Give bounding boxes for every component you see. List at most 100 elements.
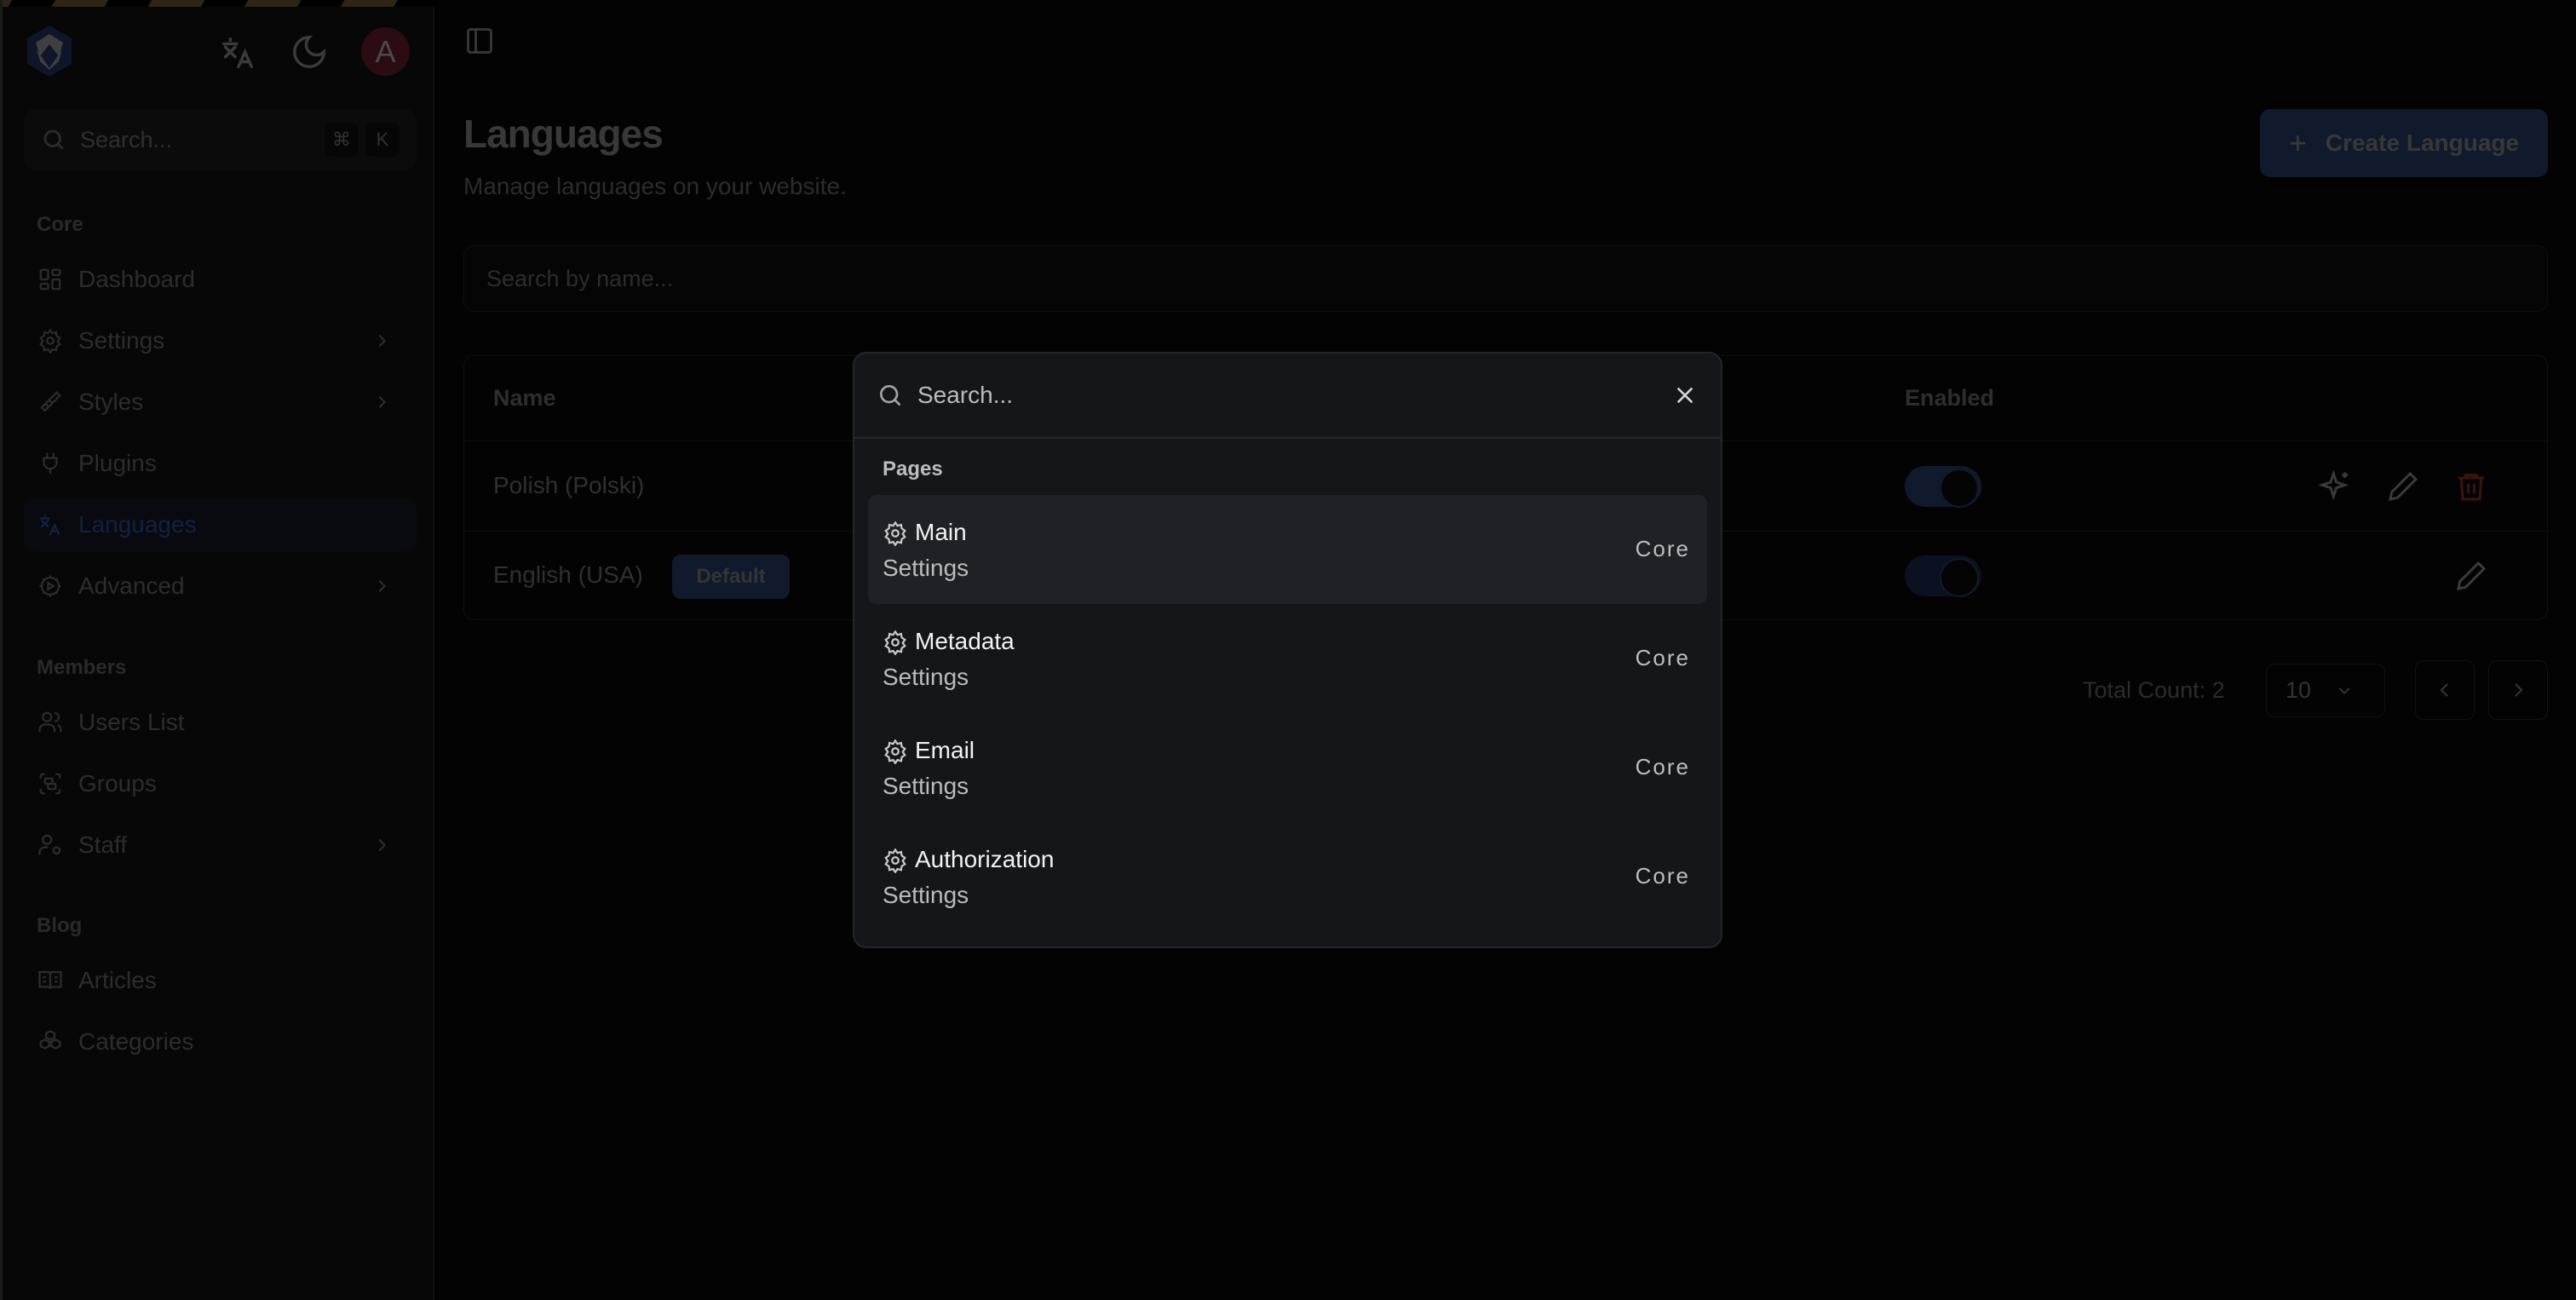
chevron-down-icon (2338, 687, 2350, 694)
sidebar-item-label: Articles (78, 967, 157, 993)
sidebar-item-label: Categories (78, 1028, 194, 1055)
sidebar-item-settings[interactable]: Settings (24, 314, 417, 367)
trash-icon[interactable] (2454, 469, 2488, 503)
column-header-enabled[interactable]: Enabled (1905, 385, 1994, 411)
search-by-name-placeholder: Search by name... (486, 265, 674, 291)
command-item-subtitle: Settings (883, 664, 969, 690)
sidebar-item-label: Languages (78, 511, 197, 538)
chevron-right-icon (378, 334, 387, 348)
search-icon (43, 129, 64, 150)
sidebar-item-dashboard[interactable]: Dashboard (24, 253, 417, 306)
next-page-button[interactable] (2488, 660, 2548, 720)
warning-stripe (3, 0, 437, 7)
kbd-cmd: ⌘ (325, 123, 359, 157)
command-item-title: Authorization (915, 846, 1055, 872)
command-item-title: Metadata (915, 628, 1015, 654)
sidebar-item-styles[interactable]: Styles (24, 376, 417, 429)
close-button[interactable] (1670, 380, 1700, 411)
sidebar-item-label: Staff (78, 831, 128, 858)
command-search-bar (854, 354, 1721, 439)
command-item-subtitle: Settings (883, 773, 969, 799)
pencil-icon[interactable] (2386, 469, 2420, 503)
avatar[interactable]: A (361, 27, 410, 76)
sidebar-item-languages[interactable]: Languages (24, 498, 417, 551)
command-item-email[interactable]: Email Settings Core (868, 713, 1707, 822)
sidebar-item-groups[interactable]: Groups (24, 757, 417, 810)
chevron-right-icon (2515, 683, 2523, 697)
command-item-subtitle: Settings (883, 555, 969, 581)
sidebar-item-articles[interactable]: Articles (24, 954, 417, 1007)
sidebar-item-label: Advanced (78, 572, 185, 599)
sidebar-item-advanced[interactable]: Advanced (24, 560, 417, 613)
language-name: Polish (Polski) (493, 472, 645, 498)
group-label-members: Members (37, 656, 127, 679)
command-item-title: Main (915, 519, 967, 545)
chevron-right-icon (378, 838, 387, 852)
group-icon (39, 773, 61, 795)
create-language-button[interactable]: + Create Language (2260, 109, 2548, 177)
search-by-name-input[interactable]: Search by name... (463, 245, 2548, 312)
chevron-right-icon (378, 579, 387, 593)
per-page-select[interactable]: 10 (2266, 664, 2385, 717)
command-item-main[interactable]: Main Settings Core (868, 495, 1707, 604)
pencil-icon[interactable] (2454, 559, 2488, 593)
create-language-label: Create Language (2325, 129, 2520, 156)
sparkles-icon[interactable] (2318, 469, 2352, 503)
paintbrush-icon (40, 391, 61, 412)
sidebar-item-plugins[interactable]: Plugins (24, 437, 417, 490)
users-icon (38, 711, 62, 733)
default-badge: Default (672, 555, 790, 599)
settings-icon (884, 521, 906, 546)
plus-icon: + (2288, 125, 2307, 160)
page-subtitle: Manage languages on your website. (463, 173, 847, 199)
language-name: English (USA) (493, 561, 643, 588)
settings-icon (884, 739, 906, 764)
sidebar-item-users-list[interactable]: Users List (24, 696, 417, 749)
sidebar-search-placeholder: Search... (80, 126, 173, 152)
sidebar-item-label: Settings (78, 327, 165, 354)
command-item-title: Email (915, 737, 975, 763)
sidebar-item-categories[interactable]: Categories (24, 1015, 417, 1068)
command-group-label: Pages (883, 457, 943, 480)
enabled-toggle[interactable] (1905, 466, 1981, 508)
sidebar-item-label: Groups (78, 770, 157, 797)
logo-icon[interactable] (25, 24, 74, 78)
command-search-input[interactable] (917, 382, 1670, 409)
book-open-icon (38, 970, 62, 990)
cog-play-icon (39, 575, 61, 597)
chevron-right-icon (378, 395, 387, 409)
user-cog-icon (38, 834, 61, 855)
languages-icon (39, 514, 60, 536)
previous-page-button[interactable] (2415, 660, 2475, 720)
command-item-tag: Core (1635, 645, 1690, 670)
translate-icon[interactable] (217, 32, 256, 72)
plug-icon (43, 452, 58, 475)
command-palette-dialog: Pages Main Settings Core Metadata Settin… (853, 352, 1722, 948)
sidebar-item-staff[interactable]: Staff (24, 819, 417, 871)
command-item-tag: Core (1635, 863, 1690, 889)
boxes-icon (39, 1030, 61, 1050)
settings-icon (39, 328, 61, 354)
avatar-initial: A (375, 33, 396, 69)
enabled-toggle[interactable] (1905, 555, 1981, 597)
group-label-blog: Blog (37, 914, 83, 937)
panel-left-icon[interactable] (464, 26, 495, 56)
search-icon (880, 385, 900, 406)
sidebar-item-label: Dashboard (78, 266, 195, 292)
sidebar-item-label: Styles (78, 388, 144, 415)
kbd-k: K (365, 123, 400, 157)
total-count: Total Count: 2 (2083, 676, 2225, 703)
column-header-name[interactable]: Name (493, 385, 556, 411)
settings-icon (884, 630, 906, 655)
per-page-value: 10 (2286, 677, 2312, 703)
close-icon (1677, 388, 1693, 403)
command-item-tag: Core (1635, 536, 1690, 561)
chevron-left-icon (2440, 683, 2448, 697)
sidebar-search[interactable]: Search... ⌘ K (24, 109, 417, 170)
sidebar-item-label: Plugins (78, 450, 157, 476)
moon-icon[interactable] (290, 32, 329, 72)
command-item-metadata[interactable]: Metadata Settings Core (868, 604, 1707, 713)
page-title: Languages (463, 112, 664, 156)
command-item-authorization[interactable]: Authorization Settings Core (868, 822, 1707, 931)
sidebar-item-label: Users List (78, 709, 185, 735)
